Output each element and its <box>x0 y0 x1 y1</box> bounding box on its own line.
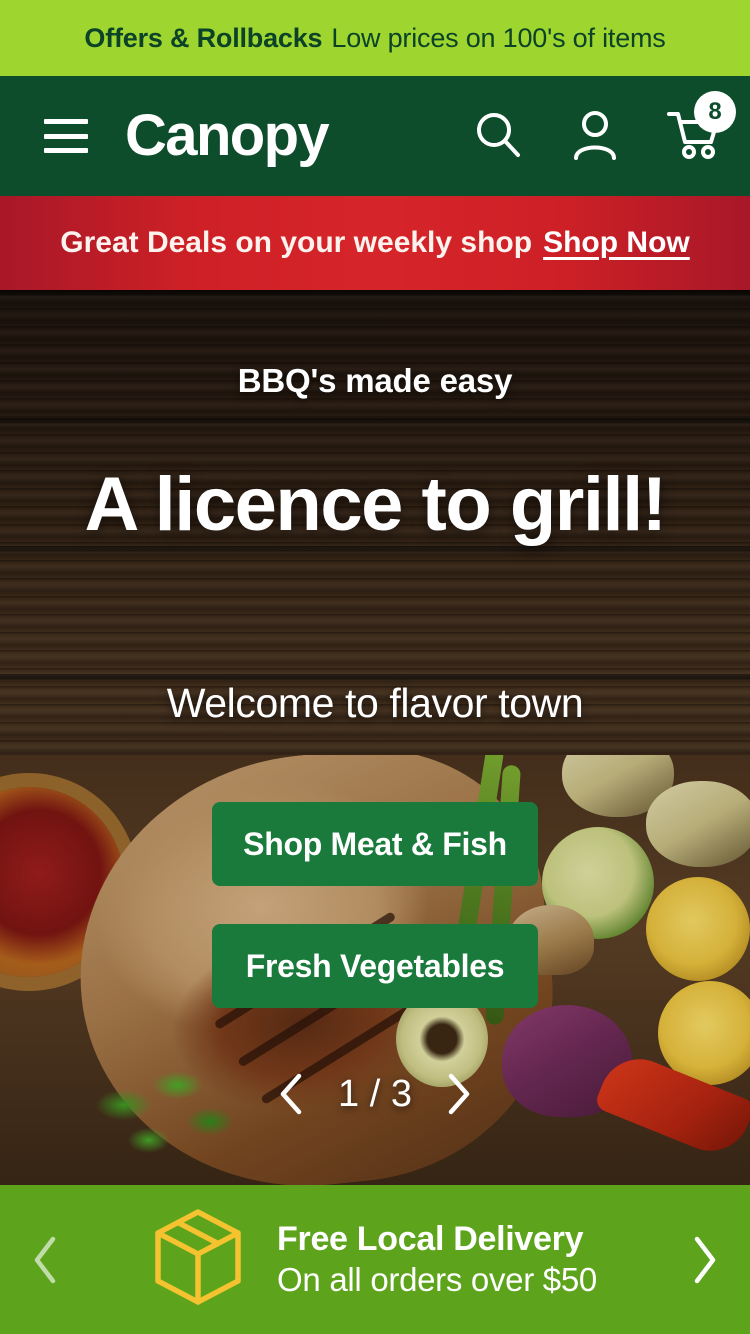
search-icon[interactable] <box>472 108 524 165</box>
delivery-next-button[interactable] <box>660 1185 750 1334</box>
hero-subheadline: Welcome to flavor town <box>166 680 584 726</box>
account-person-icon[interactable] <box>570 108 620 165</box>
shop-now-link[interactable]: Shop Now <box>543 226 690 260</box>
hero-carousel: BBQ's made easy A licence to grill! Welc… <box>0 290 750 1185</box>
shop-meat-fish-button[interactable]: Shop Meat & Fish <box>212 802 538 886</box>
site-header: Canopy 8 <box>0 76 750 196</box>
hero-slide-position: 1 / 3 <box>338 1072 412 1115</box>
promo-strip-text: Low prices on 100's of items <box>331 22 666 53</box>
cart-count-badge: 8 <box>694 90 736 133</box>
chevron-right-icon[interactable] <box>446 1072 472 1116</box>
delivery-prev-button[interactable] <box>0 1185 90 1334</box>
hero-headline: A licence to grill! <box>84 462 667 547</box>
shopping-cart-icon[interactable]: 8 <box>666 90 736 165</box>
package-box-icon <box>153 1207 243 1312</box>
delivery-benefit-content: Free Local Delivery On all orders over $… <box>153 1207 597 1312</box>
delivery-title: Free Local Delivery <box>277 1219 584 1258</box>
promo-strip[interactable]: Offers & Rollbacks Low prices on 100's o… <box>0 0 750 76</box>
promo-strip-bold: Offers & Rollbacks <box>84 22 323 53</box>
hamburger-menu-icon[interactable] <box>44 119 88 153</box>
fresh-vegetables-button[interactable]: Fresh Vegetables <box>212 924 538 1008</box>
chevron-left-icon[interactable] <box>278 1072 304 1116</box>
header-actions: 8 <box>472 76 736 196</box>
hero-eyebrow: BBQ's made easy <box>237 362 513 399</box>
deal-bar-text: Great Deals on your weekly shop <box>60 226 533 259</box>
delivery-benefit-bar: Free Local Delivery On all orders over $… <box>0 1185 750 1334</box>
brand-logo[interactable]: Canopy <box>125 107 330 165</box>
hero-carousel-pager: 1 / 3 <box>0 1072 750 1116</box>
deal-bar[interactable]: Great Deals on your weekly shop Shop Now <box>0 196 750 290</box>
delivery-subtitle: On all orders over $50 <box>277 1261 597 1299</box>
mobile-storefront-page: Offers & Rollbacks Low prices on 100's o… <box>0 0 750 1334</box>
